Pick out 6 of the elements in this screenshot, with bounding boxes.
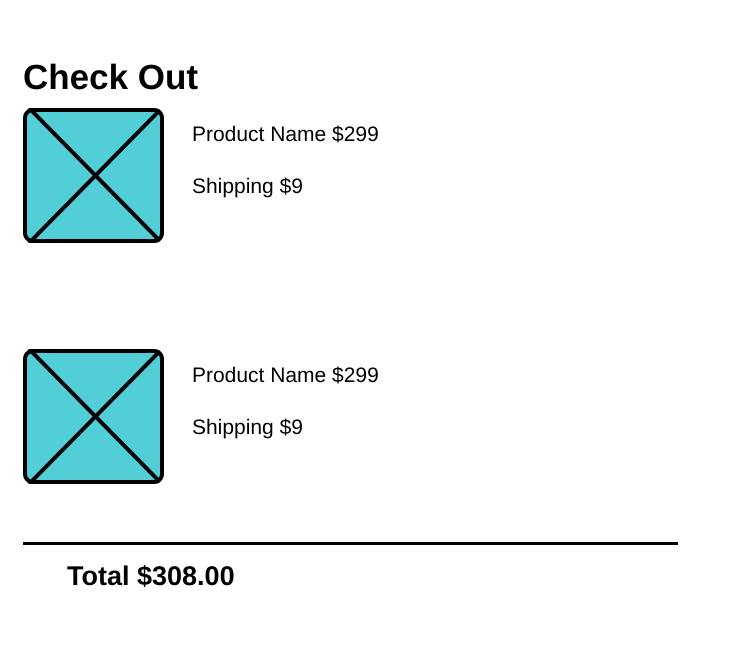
page-title: Check Out (23, 58, 198, 98)
product-price: Product Name $299 (192, 363, 379, 389)
shipping-price: Shipping $9 (192, 174, 303, 200)
product-price: Product Name $299 (192, 122, 379, 148)
shipping-price: Shipping $9 (192, 415, 303, 441)
total-price: Total $308.00 (67, 560, 235, 592)
